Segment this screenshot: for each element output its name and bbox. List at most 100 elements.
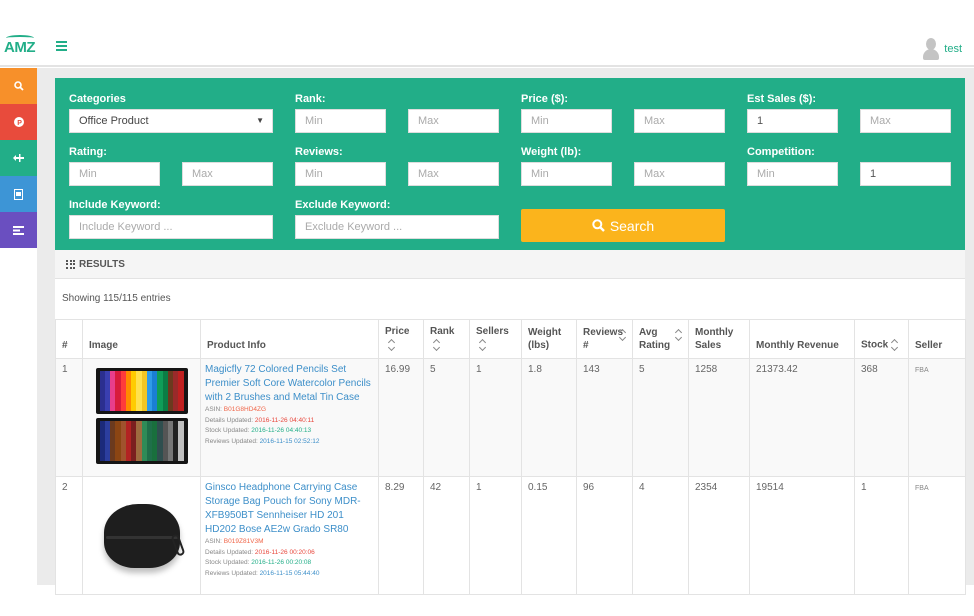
product-title-link[interactable]: Magicfly 72 Colored Pencils Set Premier … bbox=[205, 363, 374, 405]
product-title-link[interactable]: Ginsco Headphone Carrying Case Storage B… bbox=[205, 481, 374, 537]
rank-max-input[interactable]: Max bbox=[408, 109, 499, 133]
details-updated-value: 2016-11-26 04:40:11 bbox=[254, 416, 315, 424]
details-updated-label: Details Updated: bbox=[205, 548, 254, 556]
product-image[interactable] bbox=[95, 368, 188, 464]
monthly-revenue-cell: 19514 bbox=[749, 476, 855, 595]
results-body: Showing 115/115 entries # Image Product … bbox=[55, 279, 966, 595]
reviews-cell: 143 bbox=[576, 358, 633, 477]
sort-icon bbox=[891, 338, 899, 352]
search-button[interactable]: Search bbox=[521, 209, 725, 242]
asin-label: ASIN: bbox=[205, 406, 222, 413]
product-image-cell bbox=[82, 476, 201, 595]
sidenav-list[interactable] bbox=[0, 212, 37, 248]
product-info: Magicfly 72 Colored Pencils Set Premier … bbox=[200, 358, 379, 477]
product-info: Ginsco Headphone Carrying Case Storage B… bbox=[200, 476, 379, 595]
weight-cell: 1.8 bbox=[521, 358, 577, 477]
price-min-input[interactable]: Min bbox=[521, 109, 612, 133]
col-price[interactable]: Price bbox=[378, 319, 424, 359]
col-sellers[interactable]: Sellers bbox=[469, 319, 522, 359]
competition-label: Competition: bbox=[747, 146, 815, 158]
username: test bbox=[944, 43, 962, 55]
seller-cell: FBA bbox=[908, 358, 966, 477]
sidenav-plane[interactable] bbox=[0, 140, 37, 176]
est-sales-min-input[interactable]: 1 bbox=[747, 109, 838, 133]
rating-max-input[interactable]: Max bbox=[182, 162, 273, 186]
categories-select[interactable]: Office Product ▼ bbox=[69, 109, 273, 133]
row-index: 1 bbox=[55, 358, 83, 477]
sellers-cell: 1 bbox=[469, 358, 522, 477]
sidenav-search[interactable] bbox=[0, 68, 37, 104]
competition-max-input[interactable]: 1 bbox=[860, 162, 951, 186]
stock-cell: 1 bbox=[854, 476, 909, 595]
reviews-updated-label: Reviews Updated: bbox=[205, 569, 258, 577]
exclude-keyword-input[interactable]: Exclude Keyword ... bbox=[295, 215, 499, 239]
sort-icon bbox=[433, 338, 441, 352]
rank-min-input[interactable]: Min bbox=[295, 109, 386, 133]
categories-label: Categories bbox=[69, 93, 126, 105]
seller-badge: FBA bbox=[915, 485, 929, 492]
reviews-min-input[interactable]: Min bbox=[295, 162, 386, 186]
reviews-cell: 96 bbox=[576, 476, 633, 595]
list-icon bbox=[13, 225, 24, 235]
sellers-cell: 1 bbox=[469, 476, 522, 595]
results-header: RESULTS bbox=[55, 250, 965, 279]
exclude-keyword-label: Exclude Keyword: bbox=[295, 199, 391, 211]
results-heading: RESULTS bbox=[79, 258, 125, 270]
product-meta: ASIN: B01G8HD4ZG Details Updated: 2016-1… bbox=[205, 405, 374, 447]
user-menu[interactable]: test bbox=[922, 38, 962, 60]
col-stock-label: Stock bbox=[861, 339, 889, 351]
competition-min-input[interactable]: Min bbox=[747, 162, 838, 186]
col-product-info: Product Info bbox=[200, 319, 379, 359]
stock-updated-value: 2016-11-26 00:20:08 bbox=[251, 559, 312, 566]
reviews-updated-label: Reviews Updated: bbox=[205, 437, 258, 445]
entries-count: Showing 115/115 entries bbox=[62, 293, 171, 304]
monthly-sales-cell: 1258 bbox=[688, 358, 750, 477]
asin-value: B019Z81V3M bbox=[223, 538, 264, 545]
sidenav-product[interactable]: P bbox=[0, 104, 37, 140]
include-keyword-label: Include Keyword: bbox=[69, 199, 161, 211]
details-updated-label: Details Updated: bbox=[205, 416, 254, 424]
stock-updated-label: Stock Updated: bbox=[205, 427, 250, 434]
menu-toggle-icon[interactable] bbox=[56, 41, 67, 51]
details-updated-value: 2016-11-26 00:20:06 bbox=[254, 548, 315, 556]
est-sales-max-input[interactable]: Max bbox=[860, 109, 951, 133]
filter-panel: Categories Office Product ▼ Rank: Min Ma… bbox=[55, 78, 965, 250]
price-label: Price ($): bbox=[521, 93, 569, 105]
sort-icon bbox=[479, 338, 487, 352]
col-seller: Seller bbox=[908, 319, 966, 359]
asin-label: ASIN: bbox=[205, 538, 222, 545]
weight-max-input[interactable]: Max bbox=[634, 162, 725, 186]
col-image: Image bbox=[82, 319, 201, 359]
logo-text: AMZ bbox=[4, 39, 36, 56]
col-stock[interactable]: Stock bbox=[854, 319, 909, 359]
search-icon bbox=[592, 219, 605, 232]
asin-value: B01G8HD4ZG bbox=[223, 406, 267, 413]
price-max-input[interactable]: Max bbox=[634, 109, 725, 133]
monthly-revenue-cell: 21373.42 bbox=[749, 358, 855, 477]
include-keyword-input[interactable]: Include Keyword ... bbox=[69, 215, 273, 239]
weight-min-input[interactable]: Min bbox=[521, 162, 612, 186]
col-weight: Weight (lbs) bbox=[521, 319, 577, 359]
logo[interactable]: AMZ bbox=[4, 35, 36, 56]
monthly-sales-cell: 2354 bbox=[688, 476, 750, 595]
plane-icon bbox=[12, 154, 24, 162]
search-icon bbox=[13, 81, 24, 91]
search-button-label: Search bbox=[609, 217, 655, 234]
table-row: 1 Magicfly 72 Colored Pencils Set Premie… bbox=[55, 358, 966, 477]
weight-label: Weight (lb): bbox=[521, 146, 582, 158]
col-reviews-label: Reviews # bbox=[583, 327, 624, 351]
product-image[interactable] bbox=[96, 488, 188, 584]
col-rank[interactable]: Rank bbox=[423, 319, 470, 359]
grid-icon bbox=[66, 259, 75, 269]
sidenav-document[interactable] bbox=[0, 176, 37, 212]
col-monthly-revenue: Monthly Revenue bbox=[749, 319, 855, 359]
rating-min-input[interactable]: Min bbox=[69, 162, 160, 186]
stock-cell: 368 bbox=[854, 358, 909, 477]
chevron-down-icon: ▼ bbox=[256, 116, 264, 125]
document-icon bbox=[14, 188, 23, 200]
rating-label: Rating: bbox=[69, 146, 107, 158]
col-avg-rating[interactable]: Avg Rating bbox=[632, 319, 689, 359]
reviews-max-input[interactable]: Max bbox=[408, 162, 499, 186]
table-row: 2 Ginsco Headphone Carrying Case Storage… bbox=[55, 476, 966, 595]
col-reviews[interactable]: Reviews # bbox=[576, 319, 633, 359]
